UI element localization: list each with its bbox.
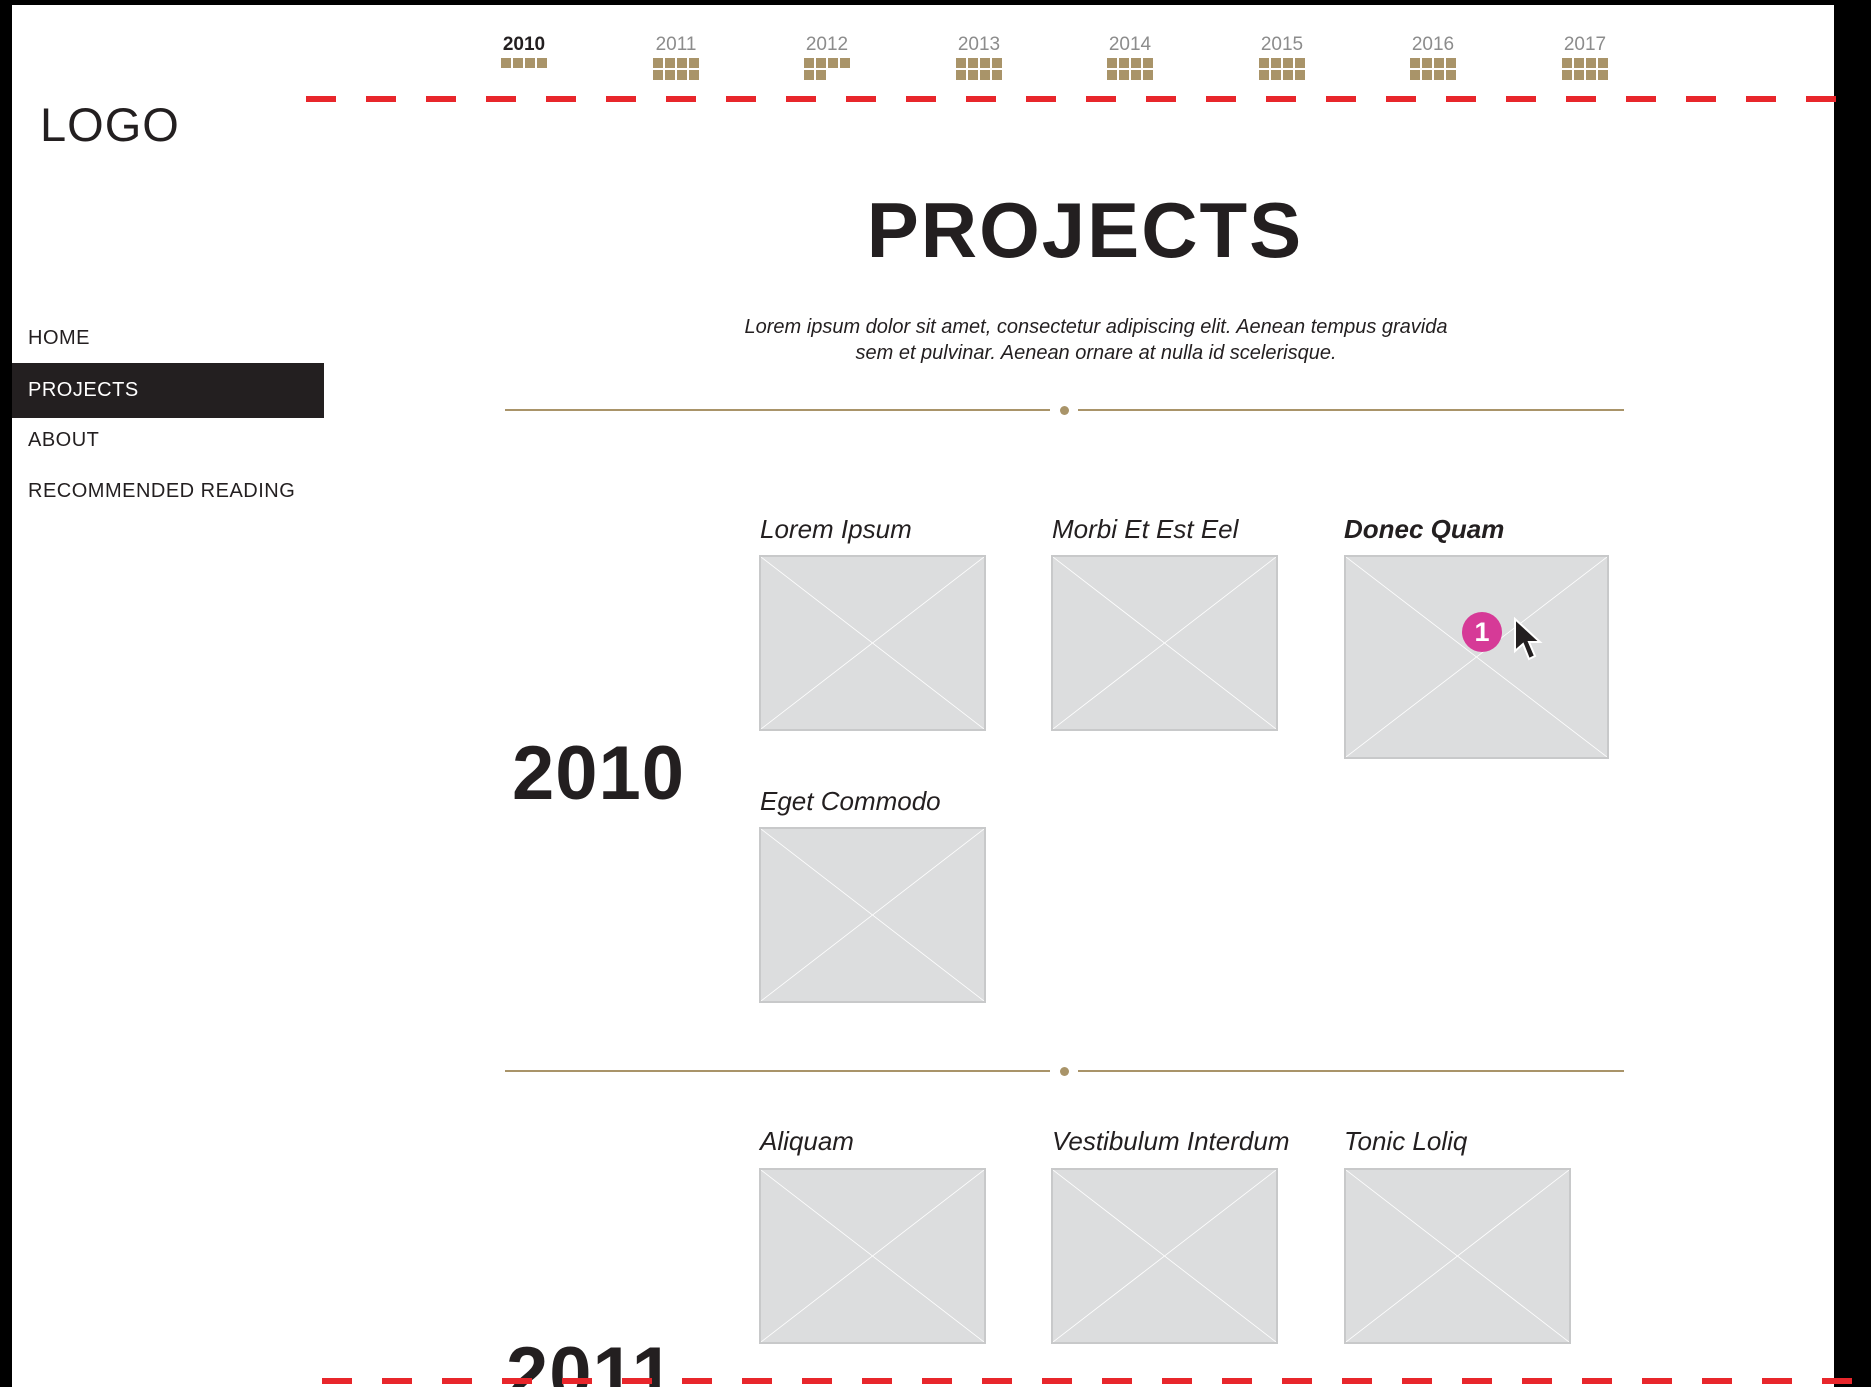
timeline-project-markers [1259,58,1305,80]
nav-item-home[interactable]: HOME [12,311,324,366]
logo-panel: LOGO [12,5,324,257]
timeline-year-2013[interactable]: 2013 [956,35,1002,80]
fold-guide-bottom [322,1378,1871,1384]
section-divider-left [505,409,1050,411]
timeline-year-2017[interactable]: 2017 [1562,35,1608,80]
project-title[interactable]: Lorem Ipsum [760,514,912,545]
page-subtitle-line-1: Lorem ipsum dolor sit amet, consectetur … [744,316,1448,338]
project-thumbnail[interactable] [759,827,986,1003]
timeline-project-markers [804,58,850,80]
timeline-year-label: 2016 [1411,34,1455,55]
nav-item-about[interactable]: ABOUT [12,413,324,468]
project-thumbnail[interactable] [759,555,986,731]
timeline-year-2010[interactable]: 2010 [501,35,547,68]
project-title-hovered[interactable]: Donec Quam [1344,514,1504,545]
timeline-year-label: 2012 [805,34,849,55]
image-placeholder-icon [1053,557,1276,729]
timeline-year-2016[interactable]: 2016 [1410,35,1456,80]
image-placeholder-icon [1346,557,1607,757]
mouse-pointer-icon [1514,617,1543,661]
image-placeholder-icon [1053,1170,1276,1342]
timeline-project-markers [653,58,699,80]
sidebar-nav: HOME PROJECTS ABOUT RECOMMENDED READING [12,273,324,1387]
project-thumbnail[interactable] [1344,1168,1571,1344]
project-thumbnail[interactable] [1051,1168,1278,1344]
nav-item-recommended-reading[interactable]: RECOMMENDED READING [12,464,324,519]
section-divider-dot [1060,406,1069,415]
fold-guide-top [306,96,1866,102]
timeline-year-2011[interactable]: 2011 [653,35,699,80]
timeline-year-2012[interactable]: 2012 [804,35,850,80]
nav-item-projects[interactable]: PROJECTS [12,363,324,418]
timeline-project-markers [1562,58,1608,80]
project-thumbnail[interactable] [1051,555,1278,731]
image-placeholder-icon [761,557,984,729]
timeline-project-markers [1410,58,1456,80]
timeline-year-2014[interactable]: 2014 [1107,35,1153,80]
project-title[interactable]: Vestibulum Interdum [1052,1126,1289,1157]
image-placeholder-icon [1346,1170,1569,1342]
timeline-year-label: 2017 [1563,34,1607,55]
timeline-year-label: 2013 [957,34,1001,55]
main-content: 2010 2011 2012 2013 2014 2015 2016 2017 … [336,5,1834,1387]
timeline-year-label: 2015 [1260,34,1304,55]
project-thumbnail-hovered[interactable] [1344,555,1609,759]
section-divider-left [505,1070,1050,1072]
timeline-year-label: 2010 [502,34,546,55]
annotation-badge: 1 [1462,612,1502,652]
project-title[interactable]: Morbi Et Est Eel [1052,514,1238,545]
page-subtitle-line-2: sem et pulvinar. Aenean ornare at nulla … [855,342,1337,364]
page-subtitle: Lorem ipsum dolor sit amet, consectetur … [721,314,1471,366]
timeline-year-label: 2011 [655,34,697,55]
section-divider-dot [1060,1067,1069,1076]
logo[interactable]: LOGO [40,97,180,152]
timeline-year-2015[interactable]: 2015 [1259,35,1305,80]
timeline-year-label: 2014 [1108,34,1152,55]
page-title: PROJECTS [866,186,1304,274]
project-title[interactable]: Aliquam [760,1126,854,1157]
project-thumbnail[interactable] [759,1168,986,1344]
section-divider-right [1078,409,1624,411]
project-title[interactable]: Eget Commodo [760,786,941,817]
timeline-project-markers [1107,58,1153,80]
project-title[interactable]: Tonic Loliq [1344,1126,1467,1157]
section-divider-right [1078,1070,1624,1072]
image-placeholder-icon [761,829,984,1001]
image-placeholder-icon [761,1170,984,1342]
timeline-project-markers [956,58,1002,80]
timeline-project-markers [501,58,547,68]
section-year-2010: 2010 [512,731,686,816]
